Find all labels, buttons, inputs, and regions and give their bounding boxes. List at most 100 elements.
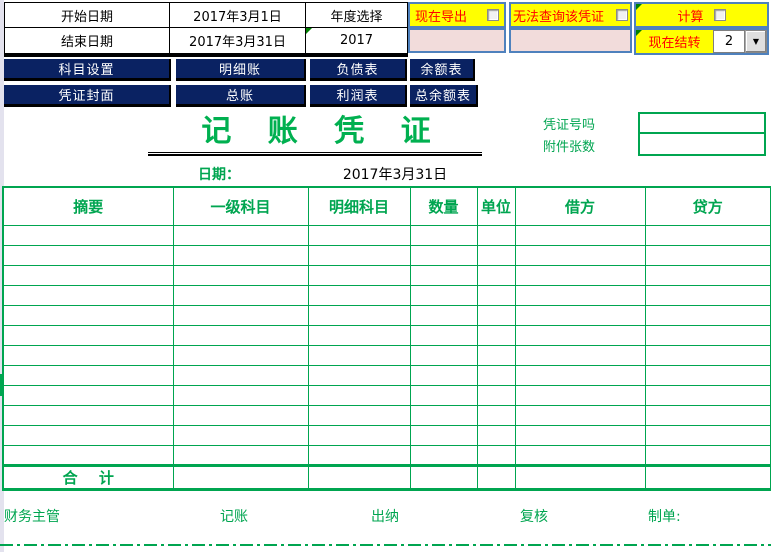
table-cell[interactable] [514, 424, 646, 446]
table-cell[interactable] [514, 264, 646, 286]
table-cell[interactable] [644, 364, 771, 386]
table-cell[interactable] [409, 224, 478, 246]
table-cell[interactable] [514, 324, 646, 346]
table-cell[interactable] [514, 344, 646, 366]
table-cell[interactable] [409, 364, 478, 386]
table-cell[interactable] [476, 384, 516, 406]
table-cell[interactable] [409, 264, 478, 286]
table-cell[interactable] [172, 404, 309, 426]
table-cell[interactable] [644, 344, 771, 366]
table-cell[interactable] [172, 244, 309, 266]
table-cell[interactable] [172, 284, 309, 306]
total-credit-cell[interactable] [644, 463, 771, 491]
table-cell[interactable] [514, 284, 646, 306]
table-cell[interactable] [476, 224, 516, 246]
table-cell[interactable] [644, 264, 771, 286]
table-cell[interactable] [514, 304, 646, 326]
table-cell[interactable] [307, 384, 411, 406]
total-debit-cell[interactable] [514, 463, 646, 491]
table-cell[interactable] [2, 264, 174, 286]
table-cell[interactable] [514, 224, 646, 246]
attachment-count-field[interactable] [640, 134, 764, 154]
table-cell[interactable] [514, 444, 646, 466]
nav-button-detail-ledger[interactable]: 明细账 [176, 59, 306, 81]
table-cell[interactable] [476, 264, 516, 286]
carry-forward-value[interactable]: 2 [713, 30, 745, 53]
nav-button-general-ledger[interactable]: 总账 [176, 85, 306, 107]
table-cell[interactable] [514, 364, 646, 386]
table-cell[interactable] [476, 284, 516, 306]
table-cell[interactable] [514, 244, 646, 266]
table-cell[interactable] [409, 284, 478, 306]
table-cell[interactable] [172, 444, 309, 466]
table-cell[interactable] [307, 224, 411, 246]
table-cell[interactable] [307, 344, 411, 366]
table-cell[interactable] [307, 424, 411, 446]
table-cell[interactable] [514, 384, 646, 406]
table-cell[interactable] [644, 284, 771, 306]
table-cell[interactable] [409, 244, 478, 266]
table-cell[interactable] [2, 444, 174, 466]
table-cell[interactable] [409, 424, 478, 446]
nav-button-balance-sheet[interactable]: 余额表 [410, 59, 475, 81]
table-cell[interactable] [307, 304, 411, 326]
table-cell[interactable] [2, 364, 174, 386]
nav-button-total-balance-sheet[interactable]: 总余额表 [410, 85, 478, 107]
table-cell[interactable] [2, 224, 174, 246]
table-cell[interactable] [2, 284, 174, 306]
table-cell[interactable] [514, 404, 646, 426]
table-cell[interactable] [172, 304, 309, 326]
table-cell[interactable] [172, 384, 309, 406]
table-cell[interactable] [644, 384, 771, 406]
nav-button-profit-sheet[interactable]: 利润表 [310, 85, 407, 107]
table-cell[interactable] [2, 344, 174, 366]
pink-input-cell-1[interactable] [408, 28, 506, 53]
table-cell[interactable] [476, 424, 516, 446]
table-cell[interactable] [409, 384, 478, 406]
table-cell[interactable] [172, 224, 309, 246]
table-cell[interactable] [2, 404, 174, 426]
table-cell[interactable] [172, 364, 309, 386]
table-cell[interactable] [307, 264, 411, 286]
table-cell[interactable] [409, 344, 478, 366]
table-cell[interactable] [172, 424, 309, 446]
table-cell[interactable] [476, 244, 516, 266]
table-cell[interactable] [2, 244, 174, 266]
total-cell[interactable] [172, 463, 309, 491]
table-cell[interactable] [476, 364, 516, 386]
table-cell[interactable] [644, 324, 771, 346]
table-cell[interactable] [644, 244, 771, 266]
voucher-date-value[interactable]: 2017年3月31日 [320, 164, 470, 184]
carry-forward-select[interactable]: ▼ [745, 30, 767, 53]
table-cell[interactable] [409, 304, 478, 326]
nav-button-voucher-cover[interactable]: 凭证封面 [4, 85, 171, 107]
table-cell[interactable] [476, 344, 516, 366]
total-cell[interactable] [409, 463, 478, 491]
table-cell[interactable] [172, 324, 309, 346]
table-cell[interactable] [307, 324, 411, 346]
nav-button-subject-setup[interactable]: 科目设置 [4, 59, 171, 81]
table-cell[interactable] [644, 444, 771, 466]
end-date-value-cell[interactable]: 2017年3月31日 [169, 27, 306, 54]
table-cell[interactable] [172, 264, 309, 286]
table-cell[interactable] [172, 344, 309, 366]
table-cell[interactable] [644, 404, 771, 426]
pink-input-cell-2[interactable] [509, 28, 632, 53]
table-cell[interactable] [476, 304, 516, 326]
total-cell[interactable] [307, 463, 411, 491]
table-cell[interactable] [307, 404, 411, 426]
table-cell[interactable] [2, 324, 174, 346]
table-cell[interactable] [476, 404, 516, 426]
start-date-value-cell[interactable]: 2017年3月1日 [169, 2, 306, 28]
table-cell[interactable] [307, 244, 411, 266]
table-cell[interactable] [2, 304, 174, 326]
table-cell[interactable] [307, 364, 411, 386]
table-cell[interactable] [644, 424, 771, 446]
nav-button-liability-sheet[interactable]: 负债表 [310, 59, 407, 81]
table-cell[interactable] [476, 444, 516, 466]
total-cell[interactable] [476, 463, 516, 491]
table-cell[interactable] [2, 384, 174, 406]
voucher-no-field[interactable] [640, 114, 764, 134]
year-value-cell[interactable]: 2017 [305, 27, 408, 54]
table-cell[interactable] [307, 444, 411, 466]
